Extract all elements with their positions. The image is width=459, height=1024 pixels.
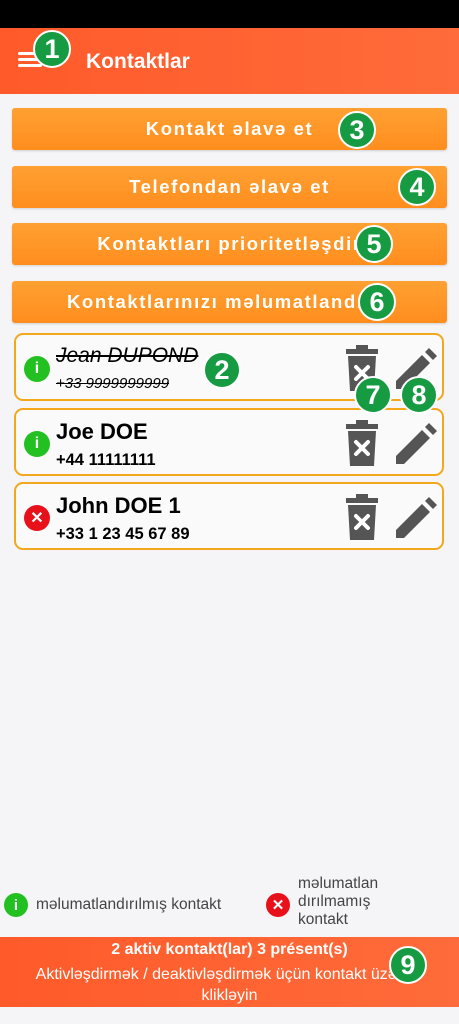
legend-not-notified: ✕ məlumatlan dırılmamış kontakt <box>266 875 408 929</box>
contact-phone: +33 9999999999 <box>56 375 170 392</box>
info-icon: i <box>4 893 28 917</box>
marker-2: 2 <box>203 351 241 389</box>
marker-3: 3 <box>338 111 376 149</box>
marker-4: 4 <box>398 168 436 206</box>
close-icon: ✕ <box>24 505 50 531</box>
trash-icon[interactable] <box>344 494 380 542</box>
trash-icon[interactable] <box>344 420 380 468</box>
marker-7: 7 <box>354 376 392 414</box>
info-icon: i <box>24 431 50 457</box>
pencil-icon[interactable] <box>392 422 438 468</box>
marker-5: 5 <box>355 225 393 263</box>
close-icon: ✕ <box>266 893 290 917</box>
legend-notified: i məlumatlandırılmış kontakt <box>4 893 266 917</box>
contact-card[interactable]: i Joe DOE +44 11111111 <box>14 408 444 476</box>
contact-name: John DOE 1 <box>56 493 181 518</box>
page-title: Kontaktlar <box>86 50 190 73</box>
marker-9: 9 <box>389 946 427 984</box>
add-contact-button[interactable]: Kontakt əlavə et <box>12 108 447 150</box>
marker-8: 8 <box>400 376 438 414</box>
system-status-bar <box>0 0 459 28</box>
contact-phone: +44 11111111 <box>56 451 156 469</box>
legend-not-notified-label: məlumatlan dırılmamış kontakt <box>298 875 379 928</box>
footer-hint: Aktivləşdirmək / deaktivləşdirmək üçün k… <box>35 966 424 1004</box>
contact-name: Jean DUPOND <box>56 344 199 367</box>
contact-card[interactable]: ✕ John DOE 1 +33 1 23 45 67 89 <box>14 482 444 550</box>
pencil-icon[interactable] <box>392 496 438 542</box>
info-icon: i <box>24 356 50 382</box>
contact-phone: +33 1 23 45 67 89 <box>56 525 190 543</box>
marker-6: 6 <box>358 283 396 321</box>
contact-name: Joe DOE <box>56 419 148 444</box>
legend-notified-label: məlumatlandırılmış kontakt <box>36 896 222 913</box>
add-from-phone-button[interactable]: Telefondan əlavə et <box>12 166 447 208</box>
app-header: Kontaktlar <box>0 28 459 94</box>
marker-1: 1 <box>33 30 71 68</box>
